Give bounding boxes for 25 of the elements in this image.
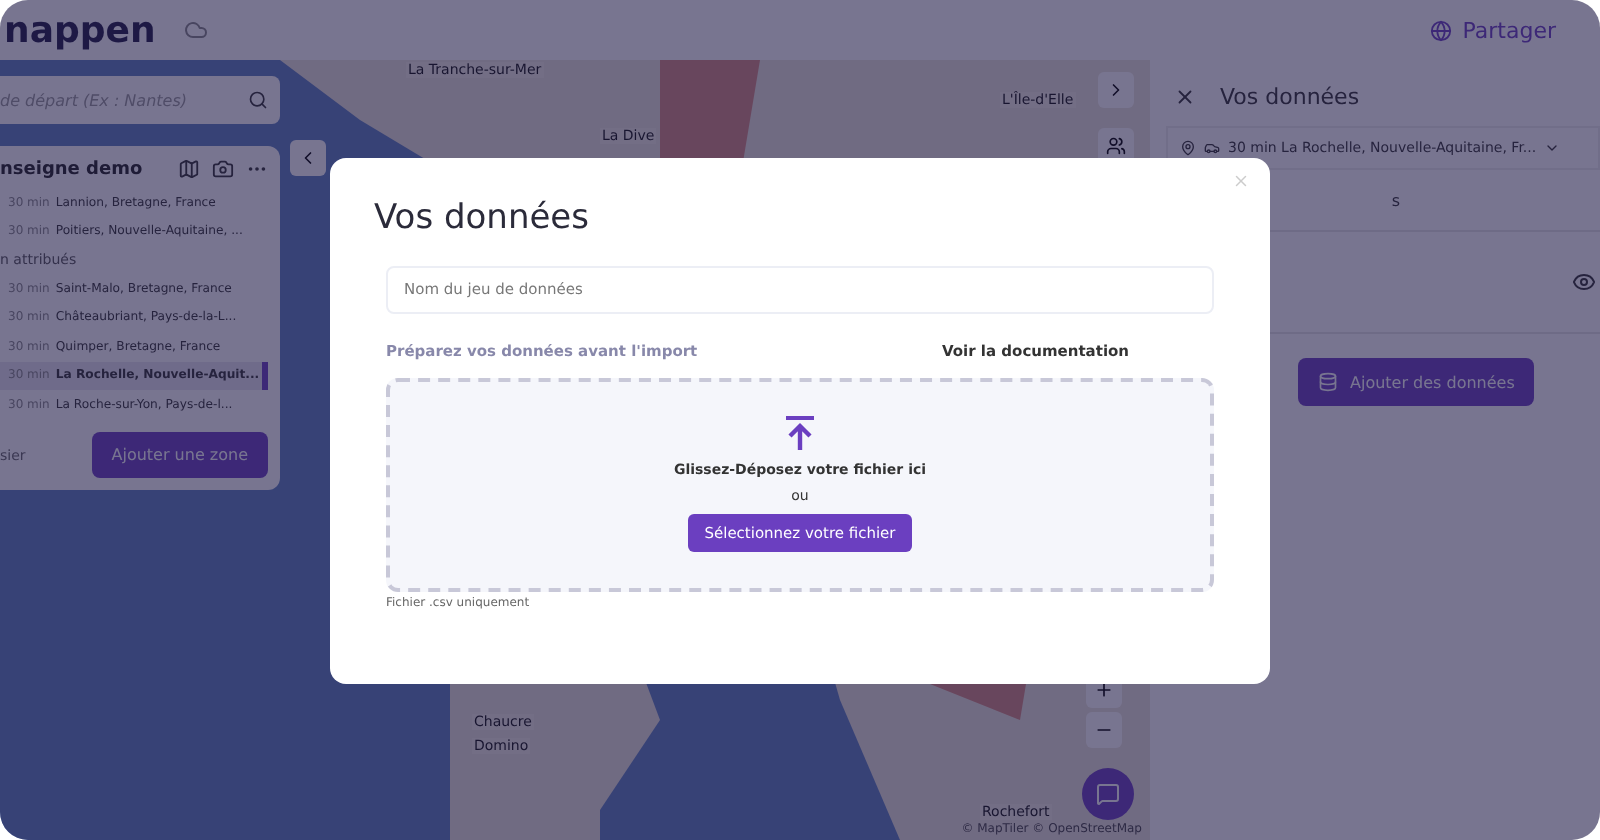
- cloud-icon[interactable]: [183, 18, 208, 42]
- globe-icon: [1430, 19, 1453, 41]
- people-icon: [1106, 136, 1126, 156]
- card-title: nseigne demo: [0, 159, 145, 179]
- tab-label[interactable]: s: [1391, 191, 1400, 209]
- chat-icon: [1096, 782, 1120, 806]
- camera-icon[interactable]: [212, 158, 234, 180]
- collapse-button[interactable]: [290, 140, 326, 176]
- car-icon: [1204, 140, 1220, 156]
- add-zone-button[interactable]: Ajouter une zone: [91, 432, 268, 478]
- close-icon[interactable]: [1174, 86, 1196, 108]
- modal-title: Vos données: [374, 197, 591, 237]
- pin-icon: [1180, 140, 1196, 156]
- share-button[interactable]: Partager: [1418, 15, 1568, 45]
- map-icon[interactable]: [178, 158, 200, 180]
- chevron-down-icon: [1544, 140, 1561, 156]
- upload-icon: [786, 416, 814, 452]
- database-icon: [1318, 372, 1338, 392]
- plus-icon: [1094, 680, 1114, 700]
- panel-title: Vos données: [1220, 84, 1360, 110]
- app-logo: nappen: [4, 9, 156, 51]
- close-icon: [1232, 171, 1250, 189]
- add-data-button[interactable]: Ajouter des données: [1298, 358, 1535, 406]
- eye-icon[interactable]: [1572, 270, 1596, 294]
- search-icon: [248, 90, 268, 110]
